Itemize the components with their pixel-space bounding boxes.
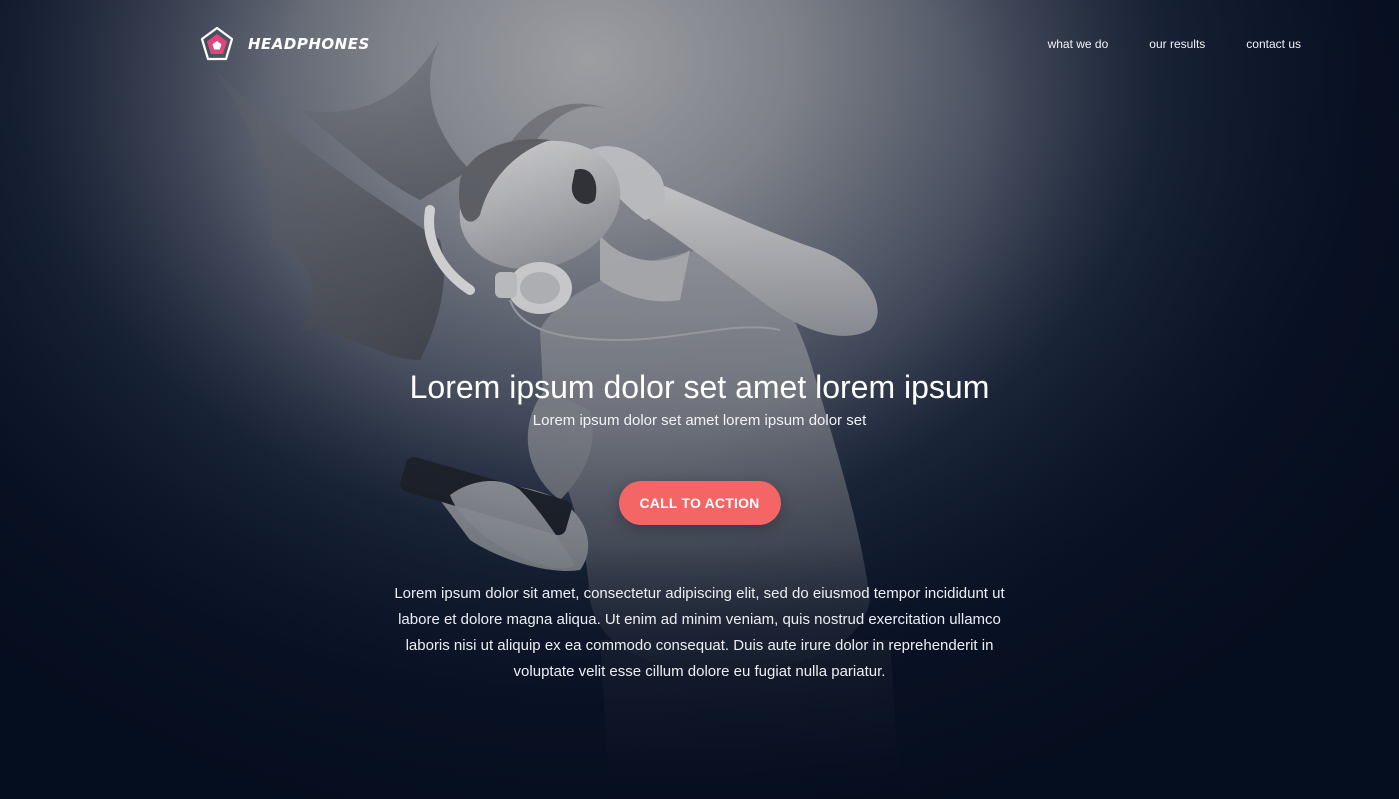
hero-body-text: Lorem ipsum dolor sit amet, consectetur …: [394, 585, 1005, 680]
nav-link-our-results[interactable]: our results: [1149, 37, 1205, 51]
brand-name: HEADPHONES: [248, 35, 370, 53]
hero-subheadline: Lorem ipsum dolor set amet lorem ipsum d…: [532, 412, 867, 429]
hero-headline: Lorem ipsum dolor set amet lorem ipsum: [409, 369, 990, 405]
hero-content: Lorem ipsum dolor set amet lorem ipsum L…: [0, 366, 1399, 685]
hero-section: HEADPHONES what we do our results contac…: [0, 0, 1399, 799]
main-navigation: what we do our results contact us: [1048, 37, 1301, 51]
top-navbar: HEADPHONES what we do our results contac…: [0, 0, 1399, 90]
pentagon-logo-icon: [200, 26, 234, 61]
brand-logo[interactable]: HEADPHONES: [200, 26, 370, 62]
call-to-action-button[interactable]: CALL TO ACTION: [618, 481, 781, 525]
nav-link-contact-us[interactable]: contact us: [1246, 37, 1301, 51]
nav-link-what-we-do[interactable]: what we do: [1048, 37, 1109, 51]
